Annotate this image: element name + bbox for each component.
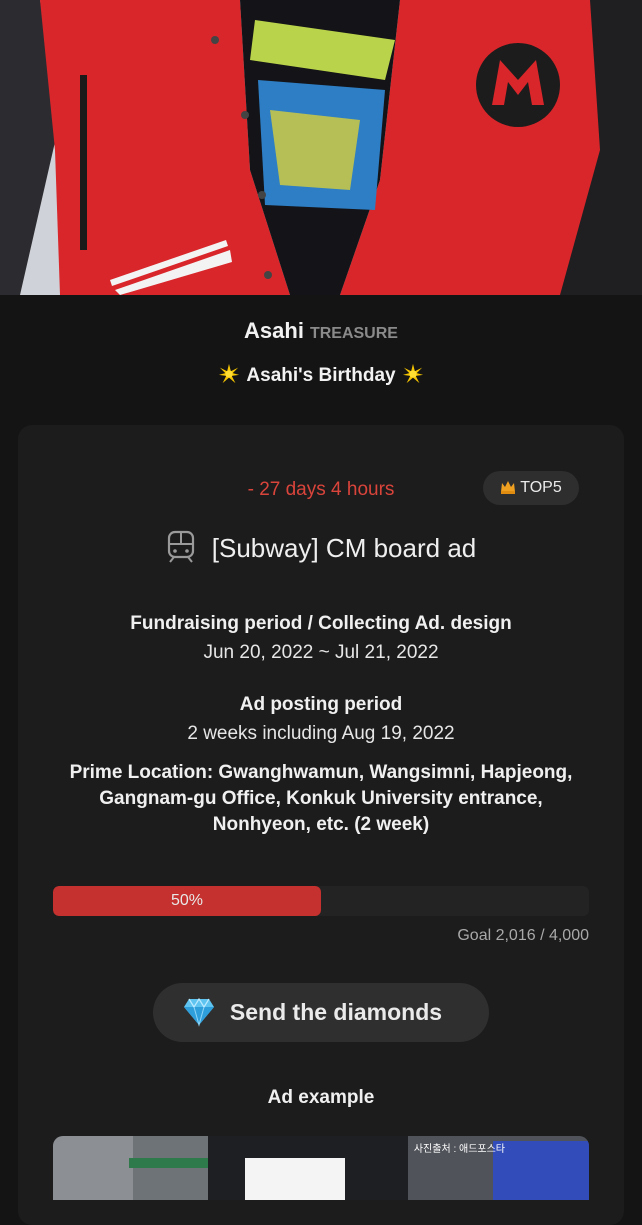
event-title-row: Asahi's Birthday [0, 362, 642, 390]
location-line: Prime Location: Gwanghwamun, Wangsimni, … [69, 762, 573, 783]
diamond-icon [184, 997, 214, 1027]
send-diamonds-button[interactable]: Send the diamonds [153, 983, 489, 1042]
fundraising-value: Jun 20, 2022 ~ Jul 21, 2022 [203, 642, 439, 663]
ad-example-image: 사진출처 : 애드포스타 [53, 1136, 589, 1200]
fundraising-label: Fundraising period / Collecting Ad. desi… [130, 613, 512, 634]
rank-label: TOP5 [520, 479, 562, 496]
ad-title: [Subway] CM board ad [211, 533, 477, 563]
artist-name: Asahi [244, 318, 304, 343]
send-diamonds-label: Send the diamonds [229, 999, 443, 1025]
group-name: TREASURE [309, 325, 398, 342]
ad-title-row: [Subway] CM board ad [0, 530, 642, 565]
posting-value: 2 weeks including Aug 19, 2022 [187, 723, 455, 744]
sparkle-icon [219, 363, 240, 384]
posting-period: Ad posting period 2 weeks including Aug … [0, 690, 642, 748]
progress-percent: 50% [170, 892, 204, 909]
location-line: Gangnam-gu Office, Konkuk University ent… [99, 788, 543, 809]
photo-credit: 사진출처 : 애드포스타 [413, 1144, 505, 1155]
sparkle-icon [402, 363, 423, 384]
ad-example-heading: Ad example [267, 1087, 375, 1108]
hero-image [0, 0, 642, 295]
event-title: Asahi's Birthday [246, 365, 396, 386]
location-line: Nonhyeon, etc. (2 week) [212, 814, 430, 835]
fundraising-period: Fundraising period / Collecting Ad. desi… [0, 609, 642, 667]
goal-text: Goal 2,016 / 4,000 [457, 927, 589, 944]
rank-badge: TOP5 [483, 471, 579, 505]
location-info: Prime Location: Gwanghwamun, Wangsimni, … [0, 760, 642, 838]
crown-icon [501, 481, 516, 494]
artist-header: Asahi TREASURE [0, 316, 642, 349]
posting-label: Ad posting period [239, 694, 403, 715]
train-icon [167, 530, 194, 563]
